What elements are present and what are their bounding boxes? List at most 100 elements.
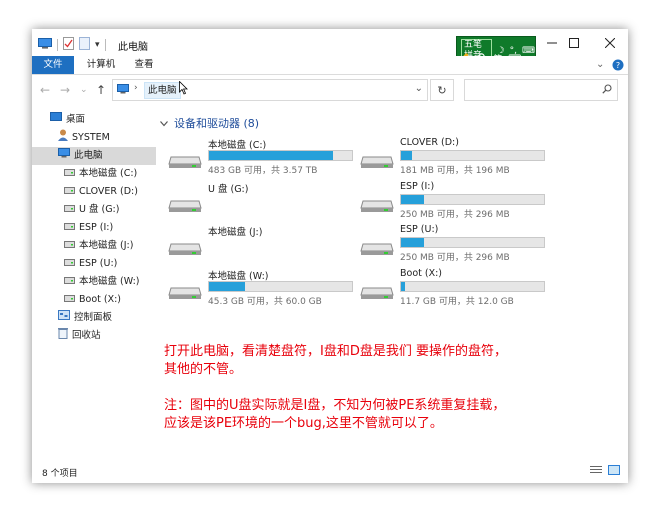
navigation-bar: ← → ⌄ ↑ › 此电脑 ⌄ ↻ bbox=[32, 75, 628, 105]
drive-icon bbox=[64, 165, 75, 183]
sidebar-item-drive-u[interactable]: ESP (U:) bbox=[32, 255, 156, 273]
separator bbox=[57, 39, 58, 51]
hard-drive-icon bbox=[168, 282, 202, 300]
sidebar-item-control-panel[interactable]: 控制面板 bbox=[32, 309, 156, 327]
usage-bar bbox=[400, 194, 545, 205]
hard-drive-icon bbox=[168, 195, 202, 213]
drive-tile-x[interactable]: Boot (X:) 11.7 GB 可用，共 12.0 GB bbox=[360, 268, 560, 308]
expand-ribbon-icon[interactable]: ⌄ bbox=[596, 59, 604, 70]
sidebar-item-drive-d[interactable]: CLOVER (D:) bbox=[32, 183, 156, 201]
sidebar-item-system[interactable]: SYSTEM bbox=[32, 129, 156, 147]
sidebar-item-this-pc[interactable]: 此电脑 bbox=[32, 147, 156, 165]
drive-tile-i[interactable]: ESP (I:) 250 MB 可用，共 296 MB bbox=[360, 181, 560, 221]
hard-drive-icon bbox=[168, 151, 202, 169]
window-title: 此电脑 bbox=[118, 42, 148, 53]
search-input[interactable] bbox=[464, 79, 618, 101]
desktop-icon bbox=[50, 111, 62, 129]
keyboard-icon[interactable]: ⌨ bbox=[522, 46, 535, 56]
navigation-pane: 桌面 SYSTEM 此电脑 本地磁盘 (C:) CLOVER (D:) U 盘 … bbox=[32, 111, 156, 345]
sidebar-item-label: 本地磁盘 (J:) bbox=[79, 240, 134, 251]
drive-name: 本地磁盘 (C:) bbox=[208, 140, 267, 151]
drive-info: 250 MB 可用，共 296 MB bbox=[400, 210, 510, 220]
sidebar-item-drive-j[interactable]: 本地磁盘 (J:) bbox=[32, 237, 156, 255]
ribbon-tabs: 文件 计算机 查看 ⌄ ? bbox=[32, 56, 628, 75]
drive-icon bbox=[64, 219, 75, 237]
hard-drive-icon bbox=[360, 151, 394, 169]
help-icon[interactable]: ? bbox=[612, 59, 624, 74]
annotation-line: 打开此电脑，看清楚盘符，I盘和D盘是我们 要操作的盘符， bbox=[164, 344, 507, 359]
address-bar[interactable]: › 此电脑 ⌄ bbox=[112, 79, 428, 101]
minimize-button[interactable] bbox=[540, 35, 564, 51]
computer-icon bbox=[58, 147, 70, 165]
sidebar-item-recycle-bin[interactable]: 回收站 bbox=[32, 327, 156, 345]
usage-bar-fill bbox=[209, 151, 334, 160]
drive-icon bbox=[64, 183, 75, 201]
drive-info: 11.7 GB 可用，共 12.0 GB bbox=[400, 297, 514, 307]
drive-name: ESP (U:) bbox=[400, 224, 439, 235]
drive-info: 250 MB 可用，共 296 MB bbox=[400, 253, 510, 263]
drive-tile-c[interactable]: 本地磁盘 (C:) 483 GB 可用，共 3.57 TB bbox=[168, 137, 368, 177]
usage-bar-fill bbox=[401, 151, 413, 160]
computer-icon bbox=[117, 84, 129, 97]
sidebar-item-drive-x[interactable]: Boot (X:) bbox=[32, 291, 156, 309]
tiles-view-icon[interactable] bbox=[608, 465, 620, 478]
usage-bar bbox=[400, 281, 545, 292]
back-arrow-icon[interactable]: ← bbox=[40, 83, 50, 97]
address-dropdown-icon[interactable]: ⌄ bbox=[415, 83, 423, 94]
drive-tile-w[interactable]: 本地磁盘 (W:) 45.3 GB 可用，共 60.0 GB bbox=[168, 268, 368, 308]
drive-icon bbox=[64, 255, 75, 273]
group-title: 设备和驱动器 (8) bbox=[174, 117, 260, 130]
drive-tile-u[interactable]: ESP (U:) 250 MB 可用，共 296 MB bbox=[360, 224, 560, 264]
content-pane: 设备和驱动器 (8) 本地磁盘 (C:) 483 GB 可用，共 3.57 TB… bbox=[156, 111, 628, 461]
sidebar-item-drive-c[interactable]: 本地磁盘 (C:) bbox=[32, 165, 156, 183]
separator bbox=[104, 39, 106, 51]
user-icon bbox=[58, 129, 68, 148]
annotation-line: 其他的不管。 bbox=[164, 362, 243, 377]
computer-icon bbox=[38, 38, 52, 52]
sidebar-item-drive-g[interactable]: U 盘 (G:) bbox=[32, 201, 156, 219]
svg-text:?: ? bbox=[616, 61, 620, 70]
sidebar-item-label: 桌面 bbox=[66, 114, 86, 125]
hard-drive-icon bbox=[360, 195, 394, 213]
breadcrumb[interactable]: 此电脑 bbox=[144, 82, 181, 99]
hard-drive-icon bbox=[360, 238, 394, 256]
up-arrow-icon[interactable]: ↑ bbox=[96, 83, 106, 97]
maximize-button[interactable] bbox=[562, 35, 586, 51]
drive-tile-d[interactable]: CLOVER (D:) 181 MB 可用，共 196 MB bbox=[360, 137, 560, 177]
sidebar-item-drive-i[interactable]: ESP (I:) bbox=[32, 219, 156, 237]
item-count: 8 个项目 bbox=[42, 469, 78, 479]
group-header[interactable]: 设备和驱动器 (8) bbox=[160, 115, 259, 131]
sidebar-item-label: CLOVER (D:) bbox=[79, 186, 138, 197]
recent-locations-icon[interactable]: ⌄ bbox=[80, 85, 88, 95]
drive-info: 181 MB 可用，共 196 MB bbox=[400, 166, 510, 176]
drive-name: Boot (X:) bbox=[400, 268, 443, 279]
annotation-line: 注：图中的U盘实际就是I盘，不知为何被PE系统重复挂载， bbox=[164, 398, 506, 413]
drive-icon bbox=[64, 291, 75, 309]
quick-access-dropdown-icon[interactable]: ▾ bbox=[95, 40, 100, 50]
drive-info: 45.3 GB 可用，共 60.0 GB bbox=[208, 297, 322, 307]
hard-drive-icon bbox=[360, 282, 394, 300]
drive-info: 483 GB 可用，共 3.57 TB bbox=[208, 166, 318, 176]
chevron-down-icon[interactable] bbox=[160, 117, 168, 130]
forward-arrow-icon[interactable]: → bbox=[60, 83, 70, 97]
sidebar-item-label: Boot (X:) bbox=[79, 294, 122, 305]
drive-tile-j[interactable]: 本地磁盘 (J:) bbox=[168, 224, 368, 264]
tab-computer[interactable]: 计算机 bbox=[80, 56, 122, 74]
refresh-button[interactable]: ↻ bbox=[430, 79, 454, 101]
tab-view[interactable]: 查看 bbox=[126, 56, 162, 74]
sidebar-item-desktop[interactable]: 桌面 bbox=[32, 111, 156, 129]
usage-bar-fill bbox=[401, 238, 424, 247]
properties-icon[interactable] bbox=[63, 37, 74, 53]
drive-icon bbox=[64, 237, 75, 255]
close-button[interactable] bbox=[598, 35, 622, 51]
sidebar-item-label: 此电脑 bbox=[74, 150, 103, 161]
drive-name: CLOVER (D:) bbox=[400, 137, 459, 148]
sidebar-item-label: 控制面板 bbox=[74, 312, 113, 323]
tab-file[interactable]: 文件 bbox=[32, 56, 74, 74]
usage-bar bbox=[208, 281, 353, 292]
annotation-line: 应该是该PE环境的一个bug,这里不管就可以了。 bbox=[164, 416, 443, 431]
details-view-icon[interactable] bbox=[590, 465, 602, 478]
new-folder-icon[interactable] bbox=[79, 37, 90, 53]
sidebar-item-drive-w[interactable]: 本地磁盘 (W:) bbox=[32, 273, 156, 291]
drive-tile-g[interactable]: U 盘 (G:) bbox=[168, 181, 368, 221]
